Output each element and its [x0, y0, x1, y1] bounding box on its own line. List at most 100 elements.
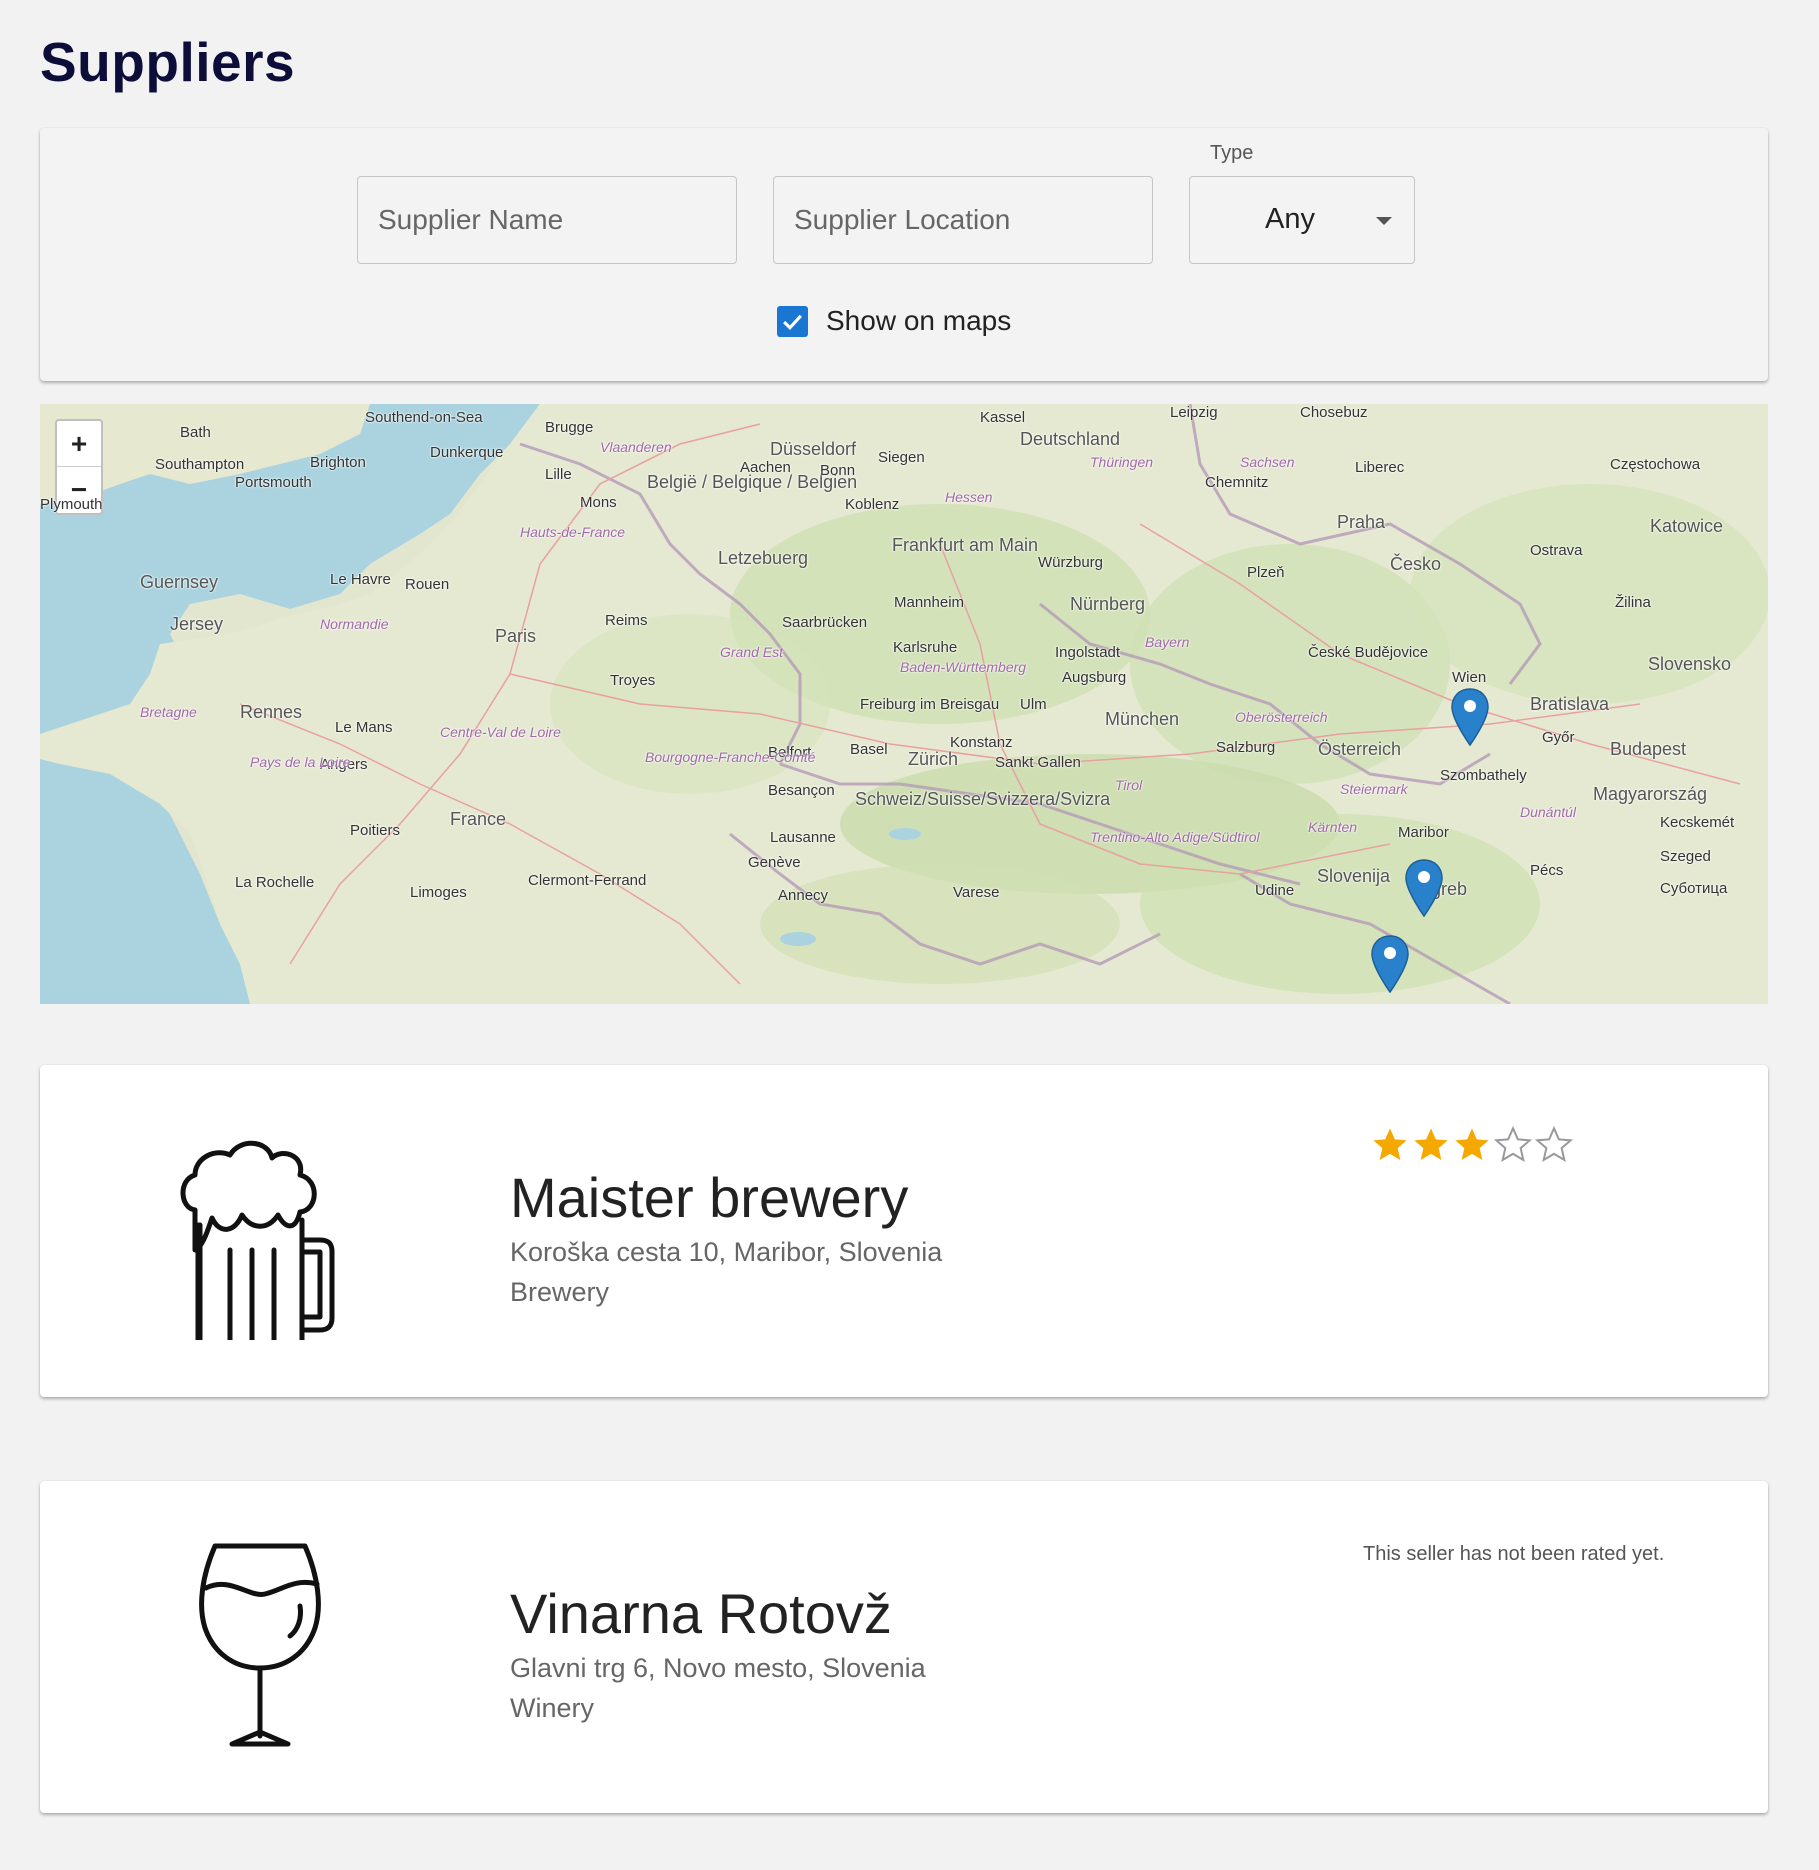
wine-glass-icon [199, 1543, 321, 1747]
map-place-label: Besançon [768, 782, 835, 799]
map-place-label: Steiermark [1340, 781, 1408, 797]
map-place-label: Guernsey [140, 572, 219, 592]
map-place-label: Nürnberg [1070, 594, 1146, 614]
map-place-label: Le Havre [330, 571, 391, 588]
map-place-label: Rennes [240, 702, 303, 722]
map-place-label: Würzburg [1038, 554, 1104, 571]
type-label: Type [1210, 142, 1254, 164]
star-filled-icon[interactable] [1452, 1125, 1492, 1165]
checkmark-icon [783, 314, 802, 330]
dropdown-arrow-icon [1376, 217, 1392, 225]
supplier-card[interactable]: Vinarna Rotovž Glavni trg 6, Novo mesto,… [40, 1481, 1768, 1813]
map-place-label: Lausanne [770, 829, 836, 846]
map-place-label: Hessen [945, 489, 993, 505]
map-place-label: Jersey [170, 614, 224, 634]
map-place-label: Annecy [778, 887, 829, 904]
supplier-address: Glavni trg 6, Novo mesto, Slovenia [510, 1653, 926, 1683]
map-place-label: Normandie [320, 616, 389, 632]
map-place-label: Суботица [1660, 880, 1728, 897]
type-select[interactable]: Any [1189, 176, 1415, 264]
map-place-label: Udine [1255, 882, 1295, 899]
map-place-label: Dunkerque [430, 444, 504, 461]
map-place-label: Częstochowa [1610, 456, 1701, 473]
map-place-label: Karlsruhe [893, 639, 958, 656]
map-place-label: Reims [605, 612, 648, 629]
map-place-label: Slovenija [1317, 866, 1391, 886]
map-place-label: Plzeň [1247, 564, 1285, 581]
map-place-label: Genève [748, 854, 801, 871]
map-place-label: Southend-on-Sea [365, 409, 483, 426]
map-marker-icon[interactable] [1450, 687, 1490, 747]
map-place-label: Slovensko [1648, 654, 1732, 674]
map-place-label: Kärnten [1308, 819, 1358, 835]
supplier-name: Maister brewery [510, 1166, 909, 1229]
map-place-label: Siegen [878, 449, 925, 466]
map-place-label: Brugge [545, 419, 594, 436]
map-place-label: Sankt Gallen [995, 754, 1081, 771]
map-place-label: Pays de la Loire [250, 754, 351, 770]
map-place-label: Southampton [155, 456, 245, 473]
map-place-label: Kecskemét [1660, 814, 1735, 831]
map-place-label: Bonn [820, 462, 856, 479]
map-place-label: Brighton [310, 454, 366, 471]
map-place-label: Bretagne [140, 704, 197, 720]
show-on-maps-label: Show on maps [826, 305, 1012, 336]
map-place-label: Varese [953, 884, 1000, 901]
supplier-location-input[interactable] [774, 177, 1152, 263]
map-place-label: Poitiers [350, 822, 401, 839]
map-place-label: Pécs [1530, 862, 1564, 879]
map-place-label: Deutschland [1020, 429, 1121, 449]
map-place-label: Kassel [980, 409, 1026, 426]
map-place-label: Clermont-Ferrand [528, 872, 647, 889]
map-place-label: Rouen [405, 576, 450, 593]
star-empty-icon[interactable] [1493, 1125, 1533, 1165]
map-place-label: Bratislava [1530, 694, 1610, 714]
star-filled-icon[interactable] [1370, 1125, 1410, 1165]
map-place-label: Hauts-de-France [520, 524, 626, 540]
supplier-location-field[interactable] [773, 176, 1153, 264]
map-place-label: Chemnitz [1205, 474, 1269, 491]
supplier-name-input[interactable] [358, 177, 736, 263]
show-on-maps-row[interactable]: Show on maps [777, 304, 1011, 338]
map-place-label: Limoges [410, 884, 467, 901]
map-place-label: Oberösterreich [1235, 709, 1328, 725]
map-place-label: Thüringen [1090, 454, 1154, 470]
map-marker-icon[interactable] [1370, 934, 1410, 994]
map-place-label: Budapest [1610, 739, 1687, 759]
map-place-label: Lille [545, 466, 572, 483]
supplier-name-field[interactable] [357, 176, 737, 264]
star-empty-icon[interactable] [1534, 1125, 1574, 1165]
map-place-label: Chosebuz [1300, 404, 1368, 421]
supplier-card[interactable]: Maister brewery Koroška cesta 10, Maribo… [40, 1065, 1768, 1397]
map-place-label: Leipzig [1170, 404, 1218, 421]
map-place-label: Mannheim [894, 594, 965, 611]
no-rating-text: This seller has not been rated yet. [1363, 1543, 1665, 1565]
map-place-label: Ostrava [1530, 542, 1583, 559]
map-place-label: Aachen [740, 459, 791, 476]
map-place-label: Szeged [1660, 848, 1711, 865]
supplier-address: Koroška cesta 10, Maribor, Slovenia [510, 1237, 943, 1267]
show-on-maps-checkbox[interactable] [777, 305, 808, 337]
supplier-name: Vinarna Rotovž [510, 1582, 892, 1645]
map-place-label: Bath [180, 424, 211, 441]
zoom-in-button[interactable]: + [57, 421, 101, 467]
map-place-label: České Budějovice [1308, 644, 1429, 661]
map-place-label: Magyarország [1593, 784, 1708, 804]
map-place-label: Plymouth [40, 496, 103, 513]
map-place-label: Győr [1542, 729, 1575, 746]
map-place-label: Centre-Val de Loire [440, 724, 561, 740]
map-marker-icon[interactable] [1404, 858, 1444, 918]
map-place-label: Vlaanderen [600, 439, 672, 455]
map-place-label: Maribor [1398, 824, 1449, 841]
supplier-type: Winery [510, 1693, 595, 1723]
map-place-label: Freiburg im Breisgau [860, 696, 1000, 713]
map-place-label: Praha [1337, 512, 1386, 532]
map-place-label: Trentino-Alto Adige/Südtirol [1090, 829, 1260, 845]
map-place-label: Ingolstadt [1055, 644, 1121, 661]
map-place-label: France [450, 809, 507, 829]
map-place-label: Österreich [1318, 739, 1402, 759]
supplier-map[interactable]: + − Bath Southend-on-Sea Brugge Kassel Leipz… [40, 404, 1768, 1004]
star-rating[interactable] [1370, 1125, 1575, 1165]
star-filled-icon[interactable] [1411, 1125, 1451, 1165]
map-place-label: Tirol [1115, 777, 1143, 793]
